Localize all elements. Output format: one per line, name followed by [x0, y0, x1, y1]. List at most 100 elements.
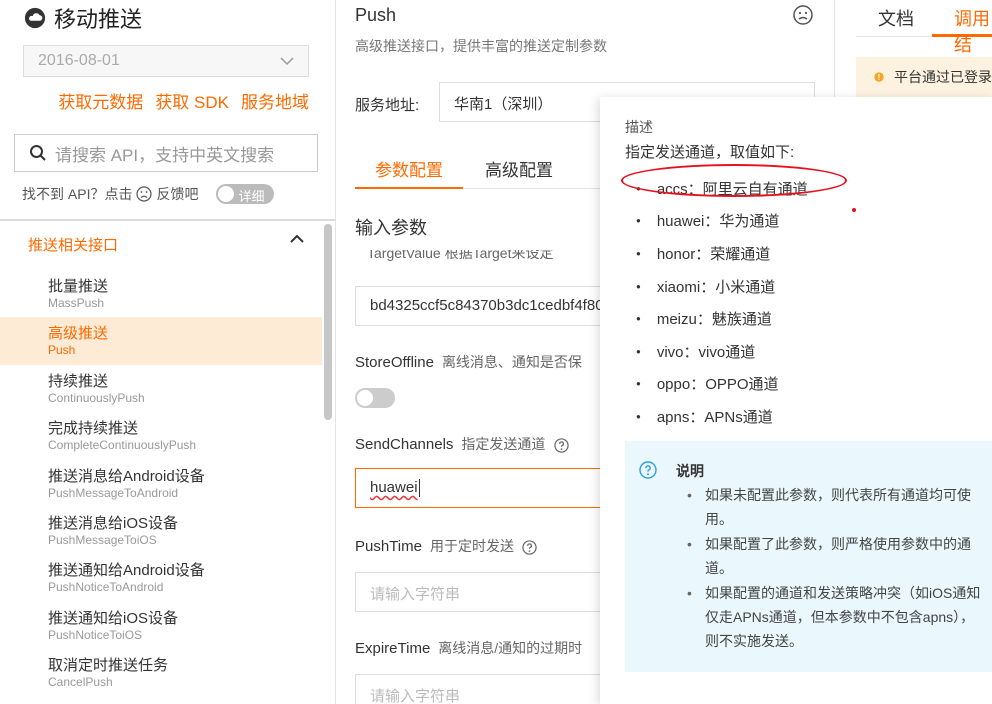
send-channels-value: huawei	[370, 479, 418, 496]
api-subtitle: 高级推送接口，提供丰富的推送定制参数	[355, 38, 607, 54]
store-offline-label: StoreOffline 离线消息、通知是否保	[355, 352, 582, 372]
sidebar-divider	[0, 219, 336, 221]
service-address-label: 服务地址:	[355, 97, 420, 114]
get-metadata-link[interactable]: 获取元数据	[58, 88, 143, 113]
sidebar: 移动推送 2016-08-01 获取元数据 获取 SDK 服务地域 请搜索 AP…	[0, 0, 336, 704]
api-group-header[interactable]: 推送相关接口	[28, 234, 304, 255]
api-item-code: PushMessageToAndroid	[48, 485, 179, 500]
api-item-name: 完成持续推送	[48, 420, 139, 438]
tab-docs[interactable]: 文档	[878, 5, 914, 31]
api-item-name: 推送通知给Android设备	[48, 562, 205, 580]
input-params-heading: 输入参数	[355, 218, 427, 238]
feedback-text: 找不到 API？点击	[22, 186, 133, 202]
sad-face-icon[interactable]	[136, 186, 153, 202]
channel-item: xiaomi：小米通道	[636, 270, 808, 303]
api-item-name: 批量推送	[48, 278, 109, 295]
store-offline-switch[interactable]	[355, 388, 395, 408]
store-offline-name: StoreOffline	[355, 354, 434, 371]
channel-item: honor：荣耀通道	[636, 237, 808, 270]
api-group-title: 推送相关接口	[28, 237, 119, 254]
api-item-name: 取消定时推送任务	[48, 657, 169, 675]
note-item: 如果配置的通道和发送策略冲突（如iOS通知仅走APNs通道，但本参数中不包含ap…	[687, 581, 983, 653]
api-item-code: MassPush	[48, 296, 105, 310]
sidebar-scrollbar[interactable]	[324, 224, 332, 420]
api-search-input[interactable]: 请搜索 API，支持中英文搜索	[14, 134, 318, 172]
api-item-code: CancelPush	[48, 675, 113, 690]
active-tab-underline	[932, 34, 992, 37]
send-channels-label: SendChannels 指定发送通道	[355, 434, 569, 454]
version-value: 2016-08-01	[38, 52, 120, 69]
expire-time-name: ExpireTime	[355, 640, 431, 657]
send-channels-name: SendChannels	[355, 436, 454, 453]
api-title: Push	[355, 5, 397, 25]
detail-toggle[interactable]: 详细	[216, 184, 275, 204]
brand: 移动推送	[24, 2, 142, 34]
service-region-link[interactable]: 服务地域	[241, 88, 309, 113]
api-item-push[interactable]: 高级推送 Push	[0, 317, 322, 365]
send-channels-desc: 指定发送通道	[461, 436, 546, 452]
tab-params[interactable]: 参数配置	[355, 156, 463, 189]
api-item-name: 持续推送	[48, 372, 109, 390]
api-item-pushnoticetoios[interactable]: 推送通知给iOS设备 PushNoticeToiOS	[0, 602, 322, 649]
feedback-row: 找不到 API？点击 反馈吧 详细	[22, 184, 275, 204]
detail-toggle-label: 详细	[238, 189, 265, 204]
sidebar-links: 获取元数据 获取 SDK 服务地域	[58, 88, 309, 113]
toggle-knob	[218, 186, 235, 202]
channel-item: oppo：OPPO通道	[636, 368, 808, 401]
tab-debug-result[interactable]: 调用结	[954, 5, 992, 57]
chevron-up-icon	[290, 234, 304, 243]
note-item: 如果配置了此参数，则严格使用参数中的通道。	[687, 532, 983, 580]
channel-item: apns：APNs通道	[636, 400, 808, 433]
warning-text: 平台通过已登录	[894, 69, 992, 85]
api-item-name: 推送消息给iOS设备	[48, 514, 179, 532]
question-circle-icon	[639, 461, 657, 479]
channel-item: meizu：魅族通道	[636, 302, 808, 335]
note-item: 如果未配置此参数，则代表所有通道均可使用。	[687, 483, 983, 531]
api-item-code: ContinuouslyPush	[48, 390, 145, 405]
help-icon[interactable]	[553, 437, 569, 453]
target-value-label: TargetValue 根据Target来设定	[367, 250, 554, 261]
api-item-completecontinuouslypush[interactable]: 完成持续推送 CompleteContinuouslyPush	[0, 412, 322, 459]
api-item-code: PushNoticeToiOS	[48, 627, 143, 642]
api-item-pushnoticetoandroid[interactable]: 推送通知给Android设备 PushNoticeToAndroid	[0, 554, 322, 601]
feedback-face-icon[interactable]	[792, 4, 814, 26]
popover-title: 描述	[625, 119, 653, 135]
store-offline-desc: 离线消息、通知是否保	[441, 354, 582, 370]
api-item-pushmessagetoandroid[interactable]: 推送消息给Android设备 PushMessageToAndroid	[0, 460, 322, 507]
help-icon[interactable]	[522, 539, 537, 555]
version-select[interactable]: 2016-08-01	[23, 45, 309, 77]
popover-subtitle: 指定发送通道，取值如下:	[625, 144, 795, 161]
api-item-cancelpush[interactable]: 取消定时推送任务 CancelPush	[0, 649, 322, 696]
api-list: 批量推送 MassPush 高级推送 Push 持续推送 Continuousl…	[0, 270, 322, 697]
warning-icon	[874, 72, 884, 82]
param-description-popover: 描述 指定发送通道，取值如下: accs：阿里云自有通道 huawei：华为通道…	[600, 97, 992, 704]
api-item-code: Push	[48, 343, 76, 358]
channel-item: vivo：vivo通道	[636, 335, 808, 368]
push-time-desc: 用于定时发送	[429, 538, 514, 554]
get-sdk-link[interactable]: 获取 SDK	[155, 88, 229, 113]
api-item-masspush[interactable]: 批量推送 MassPush	[0, 270, 322, 317]
expire-time-label: ExpireTime 离线消息/通知的过期时	[355, 638, 582, 658]
push-time-name: PushTime	[355, 538, 422, 555]
tab-advanced[interactable]: 高级配置	[485, 156, 553, 181]
api-item-name: 推送消息给Android设备	[48, 467, 205, 485]
annotation-dot	[852, 208, 856, 212]
warning-banner: 平台通过已登录	[856, 57, 992, 97]
api-item-pushmessagetoios[interactable]: 推送消息给iOS设备 PushMessageToiOS	[0, 507, 322, 554]
chevron-down-icon	[280, 57, 294, 66]
api-item-name: 推送通知给iOS设备	[48, 609, 179, 627]
search-placeholder: 请搜索 API，支持中英文搜索	[55, 145, 275, 165]
brand-title: 移动推送	[54, 7, 143, 32]
note-list: 如果未配置此参数，则代表所有通道均可使用。 如果配置了此参数，则严格使用参数中的…	[687, 483, 983, 654]
push-time-label: PushTime 用于定时发送	[355, 536, 537, 556]
search-icon	[30, 145, 46, 161]
api-item-continuouslypush[interactable]: 持续推送 ContinuouslyPush	[0, 365, 322, 412]
highlight-oval	[621, 164, 847, 197]
api-explorer-window: 移动推送 2016-08-01 获取元数据 获取 SDK 服务地域 请搜索 AP…	[0, 0, 992, 704]
channel-item: huawei：华为通道	[636, 205, 808, 238]
note-box: 说明 如果未配置此参数，则代表所有通道均可使用。 如果配置了此参数，则严格使用参…	[625, 441, 992, 672]
api-item-code: CompleteContinuouslyPush	[48, 438, 197, 453]
text-caret	[418, 479, 420, 498]
feedback-link[interactable]: 反馈吧	[156, 184, 198, 204]
channel-list: accs：阿里云自有通道 huawei：华为通道 honor：荣耀通道 xiao…	[636, 172, 808, 433]
